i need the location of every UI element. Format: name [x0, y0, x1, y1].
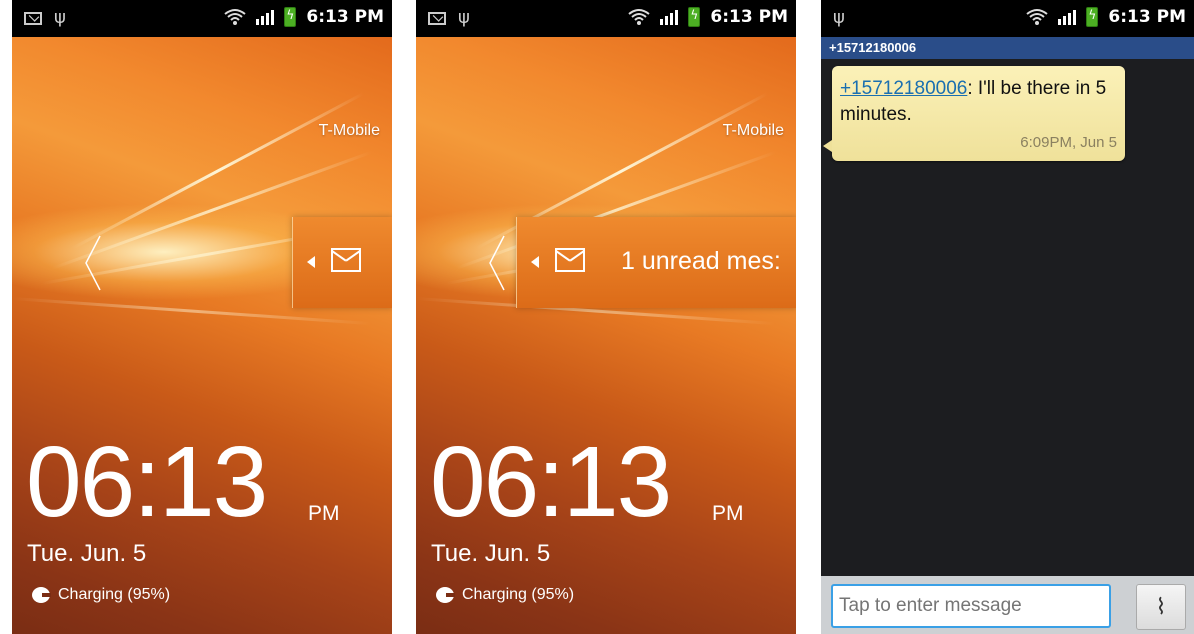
sender-link[interactable]: +15712180006: [840, 78, 967, 99]
signal-icon: [660, 9, 679, 25]
battery-charging-icon: [284, 7, 297, 27]
status-time: 6:13 PM: [306, 7, 384, 27]
charging-icon: [436, 587, 455, 603]
charging-label: Charging (95%): [58, 586, 171, 603]
charging-icon: [32, 587, 51, 603]
lock-ampm: PM: [712, 502, 744, 525]
message-notification-tab-expanded[interactable]: 1 unread mes:: [516, 217, 796, 308]
battery-charging-icon: [688, 7, 701, 27]
signal-icon: [256, 9, 275, 25]
message-text: +15712180006: I'll be there in 5 minutes…: [840, 76, 1125, 128]
signal-icon: [1058, 9, 1077, 25]
charging-status: Charging (95%): [32, 586, 170, 604]
status-bar: ψ 6:13 PM: [821, 0, 1194, 37]
charging-label: Charging (95%): [462, 586, 575, 603]
lock-clock: 06:13: [26, 426, 268, 538]
wifi-icon: [1026, 9, 1049, 25]
message-bubble[interactable]: +15712180006: I'll be there in 5 minutes…: [823, 66, 1125, 161]
wifi-icon: [224, 9, 247, 25]
status-time: 6:13 PM: [1108, 7, 1186, 27]
lock-date: Tue. Jun. 5: [431, 540, 551, 567]
message-notification-tab[interactable]: [292, 217, 392, 308]
status-bar: ψ 6:13 PM: [416, 0, 796, 37]
status-time: 6:13 PM: [710, 7, 788, 27]
mail-notification-icon: [428, 11, 446, 25]
usb-icon: ψ: [833, 7, 845, 28]
attach-button[interactable]: ⌇: [1136, 584, 1186, 630]
charging-status: Charging (95%): [436, 586, 574, 604]
notification-text: 1 unread mes:: [621, 247, 781, 275]
paperclip-icon: ⌇: [1155, 594, 1167, 620]
mail-notification-icon: [24, 11, 42, 25]
usb-icon: ψ: [458, 7, 470, 28]
message-timestamp: 6:09PM, Jun 5: [1020, 134, 1117, 151]
lock-date: Tue. Jun. 5: [27, 540, 147, 567]
lock-ampm: PM: [308, 502, 340, 525]
lockscreen-phone-1: ψ 6:13 PM T-Mobile 06:13 PM Tue. Ju: [12, 0, 392, 634]
chevron-left-icon[interactable]: [488, 234, 506, 292]
envelope-icon: [555, 248, 585, 272]
carrier-label: T-Mobile: [722, 122, 784, 139]
envelope-icon: [331, 248, 361, 272]
arrow-left-icon: [531, 256, 539, 268]
carrier-label: T-Mobile: [318, 122, 380, 139]
lock-clock: 06:13: [430, 426, 672, 538]
wifi-icon: [628, 9, 651, 25]
composer-bar: ⌇: [821, 576, 1194, 634]
usb-icon: ψ: [54, 7, 66, 28]
arrow-left-icon: [307, 256, 315, 268]
lockscreen-phone-2: ψ 6:13 PM T-Mobile 1 unread mes: 06: [416, 0, 796, 634]
conversation-header: +15712180006: [821, 37, 1194, 59]
conversation-phone: ψ 6:13 PM +15712180006 +15712180006: I'l…: [821, 0, 1194, 634]
battery-charging-icon: [1086, 7, 1099, 27]
status-bar: ψ 6:13 PM: [12, 0, 392, 37]
message-input[interactable]: [831, 584, 1111, 628]
chevron-left-icon[interactable]: [84, 234, 102, 292]
